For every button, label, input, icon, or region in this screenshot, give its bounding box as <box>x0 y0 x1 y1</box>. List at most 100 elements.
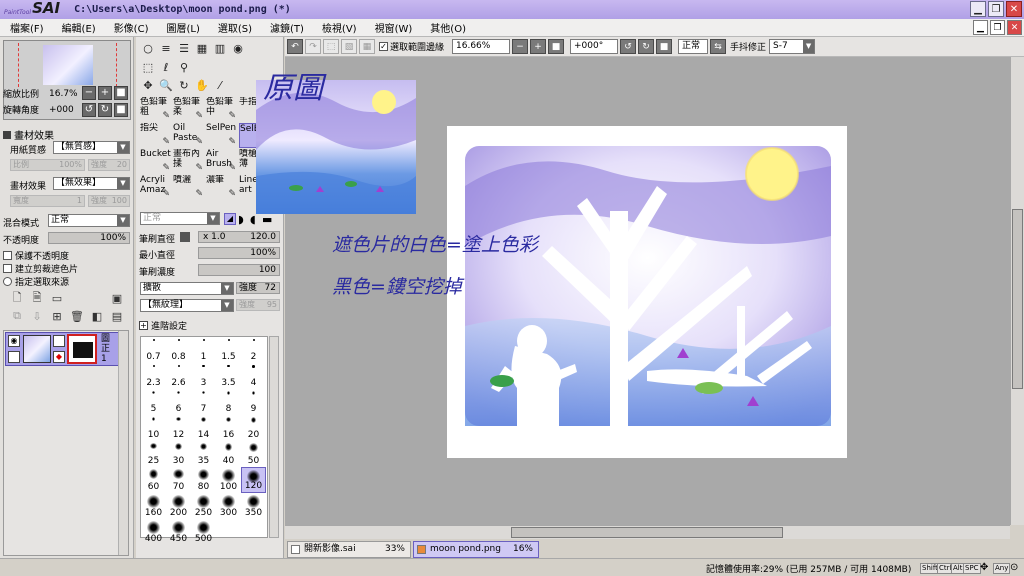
brush-size-preset[interactable]: 400 <box>141 519 166 545</box>
scratch-pad-icon[interactable]: ◉ <box>230 40 246 56</box>
brush-size-preset[interactable]: 2.6 <box>166 363 191 389</box>
toolbar-zoom-out[interactable]: − <box>512 39 529 54</box>
toolbar-zoom-reset[interactable]: ■ <box>548 39 565 54</box>
menu-file[interactable]: 檔案(F) <box>0 20 52 35</box>
new-linework-layer-icon[interactable]: 🗎 <box>30 291 44 305</box>
menu-layer[interactable]: 圖層(L) <box>156 20 207 35</box>
trash-icon[interactable]: 🗑 <box>70 309 84 323</box>
tab-moon-pond[interactable]: moon pond.png 16% <box>413 541 539 558</box>
brush-size-preset[interactable]: 450 <box>166 519 191 545</box>
close-button[interactable]: ✕ <box>1006 1 1022 17</box>
toolbar-rotate-right[interactable]: ↻ <box>638 39 655 54</box>
brush-size-preset[interactable]: 14 <box>191 415 216 441</box>
brush-shape-select[interactable]: 擴散 ▼ <box>140 282 234 295</box>
canvas-horizontal-scrollbar[interactable] <box>285 525 1010 539</box>
selection-visibility-button[interactable]: ▦ <box>359 39 375 54</box>
merge-down-icon[interactable]: ⊞ <box>50 309 64 323</box>
new-layer-icon[interactable]: 🗋 <box>10 291 24 305</box>
minimize-button[interactable]: ▁ <box>970 1 986 17</box>
doc-restore-button[interactable]: ❐ <box>990 20 1005 35</box>
brush-size-preset[interactable]: 7 <box>191 389 216 415</box>
brush-size-preset[interactable]: 0.7 <box>141 337 166 363</box>
deselect-button[interactable]: ⬚ <box>323 39 339 54</box>
brush-size-preset[interactable]: 0.8 <box>166 337 191 363</box>
menu-view[interactable]: 檢視(V) <box>312 20 365 35</box>
brush-size-preset[interactable]: 60 <box>141 467 166 493</box>
brush-shape-flat[interactable]: ◖ <box>250 213 256 226</box>
delete-mask-icon[interactable]: ▤ <box>110 309 124 323</box>
menu-edit[interactable]: 編輯(E) <box>52 20 104 35</box>
zoom-in-button[interactable]: + <box>98 86 112 100</box>
toolbar-rotate-left[interactable]: ↺ <box>620 39 637 54</box>
antialias-checkbox[interactable]: ✓ 選取範圍邊緣 <box>379 40 444 53</box>
brush-size-preset[interactable]: 8 <box>216 389 241 415</box>
paper-texture-select[interactable]: 【無質感】 ▼ <box>53 141 130 154</box>
brush-canvas-blend[interactable]: 畫布內揉 ✎ <box>173 149 205 174</box>
canvas-vertical-scrollbar[interactable] <box>1010 57 1024 525</box>
doc-close-button[interactable]: ✕ <box>1007 20 1022 35</box>
brush-size-preset[interactable]: 50 <box>241 441 266 467</box>
rotation-field[interactable]: +000° <box>570 39 619 54</box>
brush-size-preset[interactable]: 2 <box>241 337 266 363</box>
brush-color-pencil-thick[interactable]: 色鉛筆粗 ✎ <box>140 97 172 122</box>
brush-size-preset[interactable]: 10 <box>141 415 166 441</box>
copy-layer-icon[interactable]: ⧉ <box>10 309 24 323</box>
flip-horizontal-button[interactable]: ⇆ <box>710 39 727 54</box>
zoom-reset-button[interactable]: ■ <box>114 86 128 100</box>
zoom-tool-icon[interactable]: 🔍 <box>158 77 174 93</box>
brush-color-pencil-mid[interactable]: 色鉛筆中 ✎ <box>206 97 238 122</box>
brush-size-preset[interactable]: 6 <box>166 389 191 415</box>
doc-minimize-button[interactable]: ▁ <box>973 20 988 35</box>
brush-size-preset[interactable]: 250 <box>191 493 216 519</box>
min-size-slider[interactable]: 100% <box>198 247 280 259</box>
opacity-slider[interactable]: 100% <box>48 232 130 244</box>
toolbar-rotate-reset[interactable]: ■ <box>656 39 673 54</box>
layer-mask-thumbnail[interactable] <box>67 334 97 364</box>
effect-select[interactable]: 【無效果】 ▼ <box>53 177 130 190</box>
eye-icon[interactable]: ◉ <box>8 335 20 347</box>
menu-canvas[interactable]: 影像(C) <box>104 20 157 35</box>
brush-color-pencil-soft[interactable]: 色鉛筆柔 ✎ <box>173 97 205 122</box>
brush-size-preset[interactable]: 120 <box>241 467 266 493</box>
brush-shape-sharp[interactable]: ◢ <box>224 213 236 225</box>
view-mode-field[interactable]: 正常 <box>678 39 709 54</box>
color-wheel-icon[interactable]: ○ <box>140 40 156 56</box>
paper-effect-header[interactable]: 畫材效果 <box>3 127 54 142</box>
artwork-canvas[interactable] <box>447 126 847 458</box>
brush-spray[interactable]: 噴灑 ✎ <box>173 175 205 200</box>
rotate-left-button[interactable]: ↺ <box>82 103 96 117</box>
brush-size-preset[interactable]: 350 <box>241 493 266 519</box>
color-palette-icon[interactable]: ▦ <box>194 40 210 56</box>
zoom-out-button[interactable]: − <box>82 86 96 100</box>
layer-mask-icon[interactable]: ▣ <box>110 291 124 305</box>
brush-size-preset[interactable]: 25 <box>141 441 166 467</box>
brush-size-preset[interactable]: 500 <box>191 519 216 545</box>
lasso-tool-icon[interactable]: ℓ <box>158 59 174 75</box>
zoom-value[interactable]: 16.7% <box>49 89 78 99</box>
hsv-sliders-icon[interactable]: ☰ <box>176 40 192 56</box>
brush-size-preset[interactable]: 40 <box>216 441 241 467</box>
rotate-reset-button[interactable]: ■ <box>114 103 128 117</box>
rgb-sliders-icon[interactable]: ≡ <box>158 40 174 56</box>
horizontal-scroll-thumb[interactable] <box>511 527 783 538</box>
brush-size-preset[interactable]: 300 <box>216 493 241 519</box>
transfer-down-icon[interactable]: ⇩ <box>30 309 44 323</box>
brush-size-preset[interactable]: 3.5 <box>216 363 241 389</box>
brush-size-lock[interactable] <box>180 232 190 242</box>
brush-size-preset[interactable]: 1.5 <box>216 337 241 363</box>
brush-size-preset[interactable]: 12 <box>166 415 191 441</box>
layer-list[interactable]: ◉ ◆ 圖 正 1 <box>3 330 129 556</box>
hand-tool-icon[interactable]: ✋ <box>194 77 210 93</box>
undo-button[interactable]: ↶ <box>287 39 303 54</box>
brush-size-preset[interactable]: 2.3 <box>141 363 166 389</box>
brush-size-slider[interactable]: x 1.0 120.0 <box>198 231 280 243</box>
brush-size-preset[interactable]: 35 <box>191 441 216 467</box>
brush-size-preset[interactable]: 70 <box>166 467 191 493</box>
density-slider[interactable]: 100 <box>198 264 280 276</box>
rotate-right-button[interactable]: ↻ <box>98 103 112 117</box>
brush-air-brush[interactable]: Air Brush ✎ <box>206 149 238 174</box>
brush-oil-paste[interactable]: Oil Paste ✎ <box>173 123 205 148</box>
brush-size-preset[interactable]: 200 <box>166 493 191 519</box>
selection-source-radio[interactable]: 指定選取來源 <box>3 275 69 288</box>
redo-button[interactable]: ↷ <box>305 39 321 54</box>
